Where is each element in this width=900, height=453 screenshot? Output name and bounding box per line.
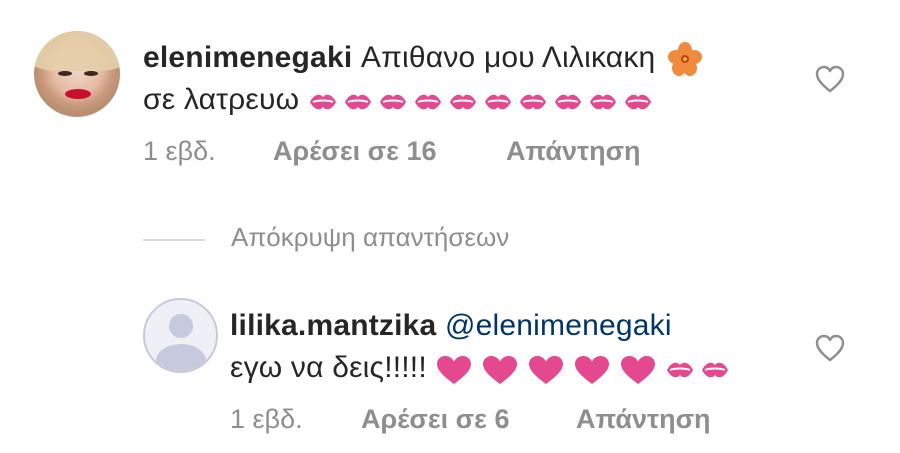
username-link[interactable]: elenimenegaki [143,41,352,74]
hide-replies-label: Απόκρυψη απαντήσεων [231,222,510,252]
avatar-default[interactable] [143,298,218,373]
kiss-mark-emoji-icon [700,358,730,382]
kiss-mark-emoji-icon [665,358,695,382]
kiss-mark-emoji-icon [483,90,513,114]
reply-button[interactable]: Απάντηση [576,404,711,435]
mention-link[interactable]: @elenimenegaki [445,309,672,342]
reply-text: εγω να δεις!!!!! [230,351,427,384]
heart-outline-icon[interactable] [815,334,845,362]
likes-count-button[interactable]: Αρέσει σε 6 [361,404,509,435]
hibiscus-emoji-icon [667,42,702,77]
comment-text: Απιθανο μου Λιλικακη [360,41,656,74]
kiss-mark-emoji-icon [448,90,478,114]
heart-emoji-icon [573,354,611,386]
reply-body: lilika.mantzika @elenimenegaki εγω να δε… [230,305,810,390]
timestamp: 1 εβδ. [143,136,216,166]
kiss-mark-emoji-icon [518,90,548,114]
comment-meta: 1 εβδ. Αρέσει σε 16 Απάντηση [143,136,703,168]
kiss-mark-emoji-icon [378,90,408,114]
comment-text-line2: σε λατρευω [143,83,300,116]
divider [143,239,205,241]
reply-meta: 1 εβδ. Αρέσει σε 6 Απάντηση [230,404,750,436]
comment-body: elenimenegaki Απιθανο μου Λιλικακη σε λα… [143,37,803,122]
kiss-mark-emoji-icon [343,90,373,114]
reply-button[interactable]: Απάντηση [506,136,641,167]
likes-count-button[interactable]: Αρέσει σε 16 [273,136,437,167]
emoji-row [308,80,658,122]
username-link[interactable]: lilika.mantzika [230,309,436,342]
emoji-row [435,348,735,390]
heart-emoji-icon [481,354,519,386]
kiss-mark-emoji-icon [588,90,618,114]
kiss-mark-emoji-icon [413,90,443,114]
kiss-mark-emoji-icon [308,90,338,114]
kiss-mark-emoji-icon [623,90,653,114]
heart-emoji-icon [527,354,565,386]
heart-emoji-icon [619,354,657,386]
hide-replies-toggle[interactable]: Απόκρυψη απαντήσεων [143,222,743,256]
person-silhouette-icon [169,314,193,338]
kiss-mark-emoji-icon [553,90,583,114]
avatar[interactable] [34,31,120,117]
heart-emoji-icon [435,354,473,386]
heart-outline-icon[interactable] [815,65,845,93]
timestamp: 1 εβδ. [230,404,303,434]
